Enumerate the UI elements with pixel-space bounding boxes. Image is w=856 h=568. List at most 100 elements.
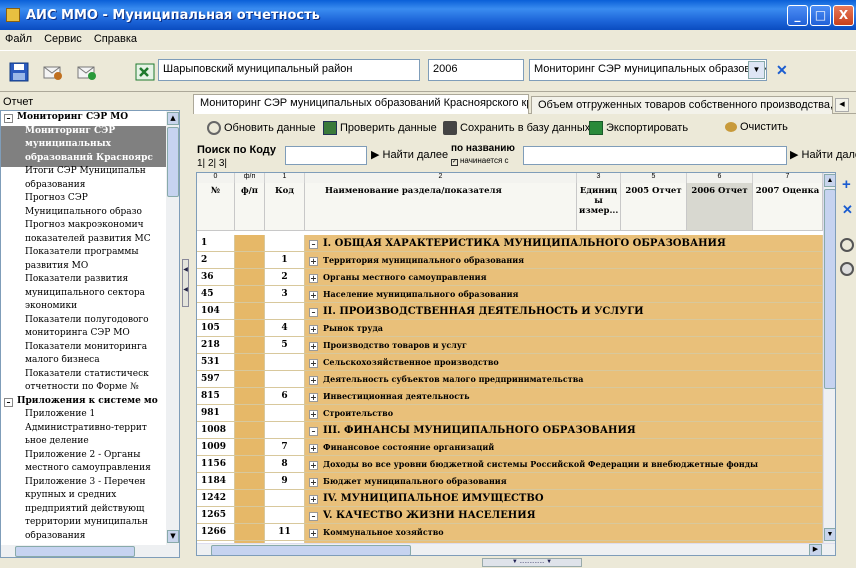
tree-item[interactable]: муниципальных [1,139,166,153]
tree-item[interactable]: ьное деление [1,436,166,450]
menu-help[interactable]: Справка [89,30,141,45]
scroll-right-icon[interactable]: ▶ [809,544,822,555]
unlock-icon[interactable] [840,262,854,276]
collapse-icon[interactable]: – [309,240,318,249]
menu-file[interactable]: Файл [0,30,36,45]
expand-icon[interactable]: + [309,495,318,504]
save-icon[interactable] [8,61,30,83]
grid-scroll-thumb[interactable] [824,189,835,389]
grid-horizontal-scrollbar[interactable]: ▶ [197,543,835,555]
expand-icon[interactable]: + [309,376,318,385]
tree-item[interactable]: местного самоуправления [1,463,166,477]
column-header[interactable]: 2005 Отчет [621,183,687,231]
column-header[interactable]: 2007 Оценка [753,183,823,231]
tree-item[interactable]: Показатели развития [1,274,166,288]
tree-item[interactable]: муниципального сектора [1,288,166,302]
table-row[interactable]: 104 – II. ПРОИЗВОДСТВЕННАЯ ДЕЯТЕЛЬНОСТЬ И … [197,303,823,320]
grid-hscroll-thumb[interactable] [211,545,411,555]
expand-icon[interactable]: + [309,393,318,402]
tab-monitoring[interactable]: Мониторинг СЭР муниципальных образований… [193,94,529,114]
tab-scroll-left-icon[interactable]: ◀ [835,98,849,112]
column-header[interactable]: 2006 Отчет [687,183,753,231]
minimize-button[interactable]: _ [787,5,808,26]
tab-shipped-goods[interactable]: Объем отгруженных товаров собственного п… [531,96,833,114]
clear-button[interactable]: Очистить [725,121,788,133]
table-row[interactable]: 2 1 + Территория муниципального образования [197,252,823,269]
grid-vertical-scrollbar[interactable]: ▲ ▼ [823,173,835,543]
table-row[interactable]: 36 2 + Органы местного самоуправления [197,269,823,286]
expand-icon[interactable]: + [309,444,318,453]
table-row[interactable]: 815 6 + Инвестиционная деятельность [197,388,823,405]
tree-item[interactable]: Прогноз макроэкономич [1,220,166,234]
starts-with-checkbox[interactable]: ✓ начинается с [451,156,509,166]
tree-item[interactable]: Приложение 3 - Перечен [1,477,166,491]
export-button[interactable]: Экспортировать [589,121,688,135]
recycle-icon[interactable] [76,61,98,83]
expand-icon[interactable]: + [309,342,318,351]
column-header[interactable]: ф/п [235,183,265,231]
tree-item[interactable]: Показатели мониторинга [1,342,166,356]
expand-icon[interactable]: + [309,274,318,283]
expand-icon[interactable]: + [309,257,318,266]
collapse-icon[interactable]: – [309,308,318,317]
tree-item[interactable]: Мониторинг СЭР [1,125,166,140]
collapse-toggle-icon[interactable]: – [4,397,13,407]
tree-item[interactable]: образования [1,531,166,545]
expand-icon[interactable]: + [309,359,318,368]
expand-icon[interactable]: + [309,325,318,334]
scroll-up-icon[interactable]: ▲ [824,174,835,187]
scroll-up-icon[interactable]: ▲ [167,112,179,125]
tree-item[interactable]: Приложение 2 - Органы [1,450,166,464]
panel-splitter[interactable]: ◀ ◀ [181,94,190,558]
table-row[interactable]: 1265 – V. КАЧЕСТВО ЖИЗНИ НАСЕЛЕНИЯ [197,507,823,524]
tree-item[interactable]: экономики [1,301,166,315]
collapse-icon[interactable]: – [309,512,318,521]
excel-icon[interactable] [134,61,156,83]
year-field[interactable]: 2006 [428,59,524,81]
tree-item[interactable]: Показатели полугодового [1,315,166,329]
tree-item[interactable]: Приложение 1 [1,409,166,423]
tree-item[interactable]: Административно-террит [1,423,166,437]
table-row[interactable]: 1009 7 + Финансовое состояние организаций [197,439,823,456]
clear-selection-icon[interactable]: ✕ [776,62,788,79]
check-button[interactable]: Проверить данные [323,121,437,135]
table-row[interactable]: 1 – I. ОБЩАЯ ХАРАКТЕРИСТИКА МУНИЦИПАЛЬНОГО… [197,235,823,252]
find-next-code-button[interactable]: ▶ Найти далее [371,148,448,161]
report-select[interactable]: Мониторинг СЭР муниципальных образований… [529,59,767,81]
table-row[interactable]: 218 5 + Производство товаров и услуг [197,337,823,354]
close-button[interactable]: X [833,5,854,26]
refresh-button[interactable]: Обновить данные [207,121,316,135]
table-row[interactable]: 45 3 + Население муниципального образования [197,286,823,303]
table-row[interactable]: 1242 + IV. МУНИЦИПАЛЬНОЕ ИМУЩЕСТВО [197,490,823,507]
tree-group[interactable]: – Приложения к системе мо [1,396,166,410]
tree-item[interactable]: показателей развития МС [1,234,166,248]
tree-item[interactable]: мониторинга СЭР МО [1,328,166,342]
table-row[interactable]: 1184 9 + Бюджет муниципального образования [197,473,823,490]
expand-icon[interactable]: + [309,478,318,487]
district-field[interactable]: Шарыповский муниципальный район [158,59,420,81]
tree-scroll-thumb[interactable] [167,127,179,197]
tree-item[interactable]: предприятий действующ [1,504,166,518]
tree-item[interactable]: Показатели программы [1,247,166,261]
table-row[interactable]: 981 + Строительство [197,405,823,422]
column-header[interactable]: Единиц ы измер... [577,183,621,231]
tree-item[interactable]: территории муниципальн [1,517,166,531]
level-links[interactable]: 1| 2| 3| [197,158,227,169]
collapse-icon[interactable]: – [309,427,318,436]
tree-item[interactable]: образования [1,180,166,194]
tree-item[interactable]: отчетности по Форме № [1,382,166,396]
table-row[interactable]: 597 + Деятельность субъектов малого предпр… [197,371,823,388]
column-header[interactable]: № [197,183,235,231]
expand-icon[interactable]: + [309,529,318,538]
tree-vertical-scrollbar[interactable]: ▲ ▼ [166,111,179,545]
expand-icon[interactable]: + [309,291,318,300]
tree-item[interactable]: малого бизнеса [1,355,166,369]
tree-horizontal-scrollbar[interactable] [1,545,179,557]
tree-item[interactable]: Показатели статистическ [1,369,166,383]
tree-hscroll-thumb[interactable] [15,546,135,557]
name-search-input[interactable] [523,146,787,165]
add-row-icon[interactable]: + [842,176,851,193]
save-db-button[interactable]: Сохранить в базу данных [443,121,590,135]
collapse-toggle-icon[interactable]: – [4,114,13,123]
code-search-input[interactable] [285,146,367,165]
